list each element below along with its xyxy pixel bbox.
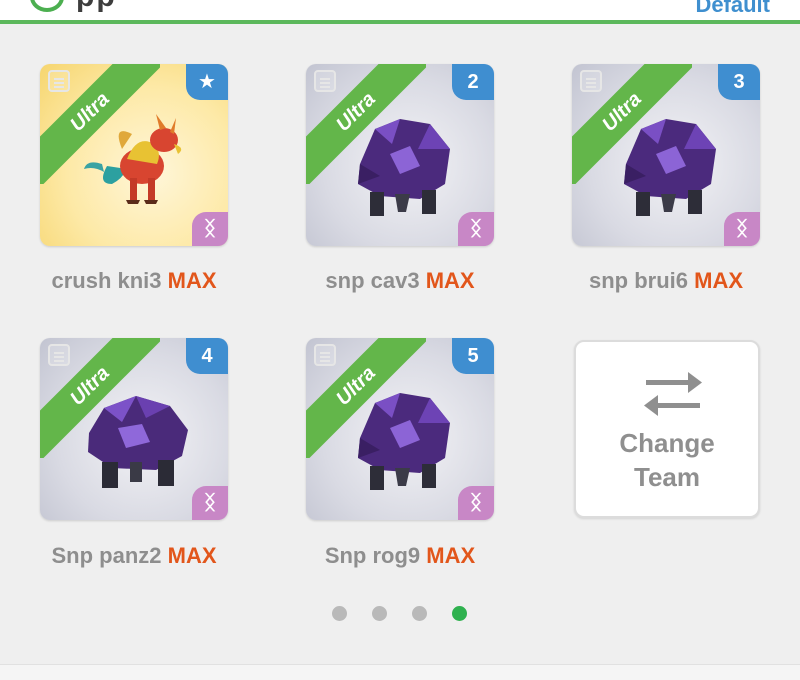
slot-number-badge: 3 bbox=[718, 64, 760, 100]
monster-caption-5: Snp rog9 MAX bbox=[270, 543, 530, 569]
bottom-divider bbox=[0, 664, 800, 680]
page-dot-1[interactable] bbox=[332, 606, 347, 621]
level-max-label: MAX bbox=[426, 543, 476, 568]
level-max-label: MAX bbox=[694, 268, 744, 293]
level-max-label: MAX bbox=[167, 543, 217, 568]
slot-badge-star: ★ bbox=[186, 64, 228, 100]
page-dot-2[interactable] bbox=[372, 606, 387, 621]
monster-card-1[interactable]: Ultra ★ ᛝ bbox=[40, 64, 228, 246]
monster-name: snp brui6 bbox=[588, 268, 688, 293]
notes-icon[interactable] bbox=[48, 70, 70, 92]
monster-name: Snp rog9 bbox=[324, 543, 421, 568]
change-team-button[interactable]: Change Team bbox=[574, 340, 760, 518]
slot-number-badge: 2 bbox=[452, 64, 494, 100]
change-team-label: Change Team bbox=[576, 426, 758, 494]
header-bar: pp Default bbox=[0, 0, 800, 24]
monster-card-3[interactable]: Ultra 3 ᛝ bbox=[572, 64, 760, 246]
level-max-label: MAX bbox=[167, 268, 217, 293]
page-dot-3[interactable] bbox=[412, 606, 427, 621]
element-badge-icon: ᛝ bbox=[458, 212, 494, 246]
monster-card-2[interactable]: Ultra 2 ᛝ bbox=[306, 64, 494, 246]
element-badge-icon: ᛝ bbox=[192, 212, 228, 246]
header-title: pp bbox=[76, 0, 117, 14]
notes-icon[interactable] bbox=[314, 70, 336, 92]
notes-icon[interactable] bbox=[580, 70, 602, 92]
page-dot-4-active[interactable] bbox=[452, 606, 467, 621]
monster-caption-4: Snp panz2 MAX bbox=[4, 543, 264, 569]
monster-caption-3: snp brui6 MAX bbox=[536, 268, 796, 294]
element-badge-icon: ᛝ bbox=[724, 212, 760, 246]
change-team-line2: Team bbox=[634, 462, 700, 492]
monster-caption-1: crush kni3 MAX bbox=[4, 268, 264, 294]
element-badge-icon: ᛝ bbox=[458, 486, 494, 520]
element-badge-icon: ᛝ bbox=[192, 486, 228, 520]
monster-card-4[interactable]: Ultra 4 ᛝ bbox=[40, 338, 228, 520]
notes-icon[interactable] bbox=[48, 344, 70, 366]
swap-arrows-icon bbox=[642, 370, 704, 418]
level-max-label: MAX bbox=[425, 268, 475, 293]
change-team-line1: Change bbox=[619, 428, 715, 458]
monster-name: snp cav3 bbox=[325, 268, 420, 293]
monster-caption-2: snp cav3 MAX bbox=[270, 268, 530, 294]
team-name-button[interactable]: Default bbox=[695, 0, 770, 18]
slot-number-badge: 4 bbox=[186, 338, 228, 374]
app-logo-icon bbox=[30, 0, 64, 12]
monster-name: Snp panz2 bbox=[51, 543, 162, 568]
monster-card-5[interactable]: Ultra 5 ᛝ bbox=[306, 338, 494, 520]
slot-number-badge: 5 bbox=[452, 338, 494, 374]
notes-icon[interactable] bbox=[314, 344, 336, 366]
monster-name: crush kni3 bbox=[51, 268, 162, 293]
